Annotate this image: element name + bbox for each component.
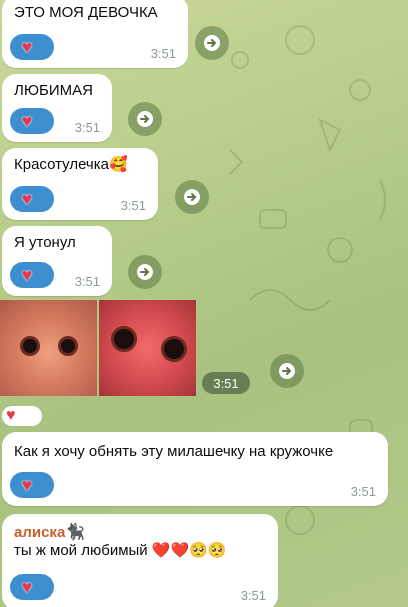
message-text: ЛЮБИМАЯ — [14, 82, 93, 99]
photo-album[interactable] — [0, 300, 196, 396]
cat-eye — [58, 336, 78, 356]
reaction-badge[interactable]: ♥ — [10, 574, 54, 600]
message-time: 3:51 — [150, 46, 176, 61]
message-text: Я утонул — [14, 234, 76, 251]
message-text: ты ж мой любимый ❤️❤️🥺🥺 — [14, 542, 227, 559]
message-time: 3:51 — [74, 120, 100, 135]
heart-sticker-icon: ♥ — [21, 264, 33, 285]
sender-line: алиска🐈‍⬛ — [14, 522, 266, 542]
emoji: 🥰 — [108, 156, 128, 173]
forward-button[interactable] — [195, 26, 229, 60]
reaction-badge[interactable]: ♥ — [2, 406, 42, 426]
cat-photo[interactable] — [0, 300, 97, 396]
message-text: Как я хочу обнять эту милашечку на кружо… — [14, 443, 334, 460]
message-bubble[interactable]: ЛЮБИМАЯ ♥ 3:51 — [2, 74, 112, 142]
heart-sticker-icon: ♥ — [21, 110, 33, 131]
heart-sticker-icon: ♥ — [21, 36, 33, 57]
forward-arrow-icon — [204, 35, 220, 51]
sender-name[interactable]: алиска — [14, 524, 65, 541]
forward-arrow-icon — [184, 189, 200, 205]
heart-sticker-icon: ♥ — [6, 407, 16, 424]
forward-button[interactable] — [128, 255, 162, 289]
reaction-badge[interactable]: ♥ — [10, 108, 54, 134]
message-time: 3:51 — [350, 484, 376, 499]
reaction-badge[interactable]: ♥ — [10, 34, 54, 60]
forward-button[interactable] — [128, 102, 162, 136]
cat-eye — [111, 326, 137, 352]
message-bubble[interactable]: Красотулечка🥰 ♥ 3:51 — [2, 148, 158, 220]
cat-eye — [20, 336, 40, 356]
forward-button[interactable] — [175, 180, 209, 214]
message-time: 3:51 — [74, 274, 100, 289]
cat-photo[interactable] — [99, 300, 196, 396]
message-bubble[interactable]: алиска🐈‍⬛ ты ж мой любимый ❤️❤️🥺🥺 ♥ 3:51 — [2, 514, 278, 607]
message-text: ЭТО МОЯ ДЕВОЧКА — [14, 4, 158, 21]
message-text: Красотулечка🥰 — [14, 156, 146, 174]
message-time: 3:51 — [240, 588, 266, 603]
message-text-body: Красотулечка — [14, 156, 109, 173]
message-time: 3:51 — [120, 198, 146, 213]
cat-eye — [161, 336, 187, 362]
heart-sticker-icon: ♥ — [21, 474, 33, 495]
forward-arrow-icon — [137, 264, 153, 280]
forward-arrow-icon — [279, 363, 295, 379]
heart-sticker-icon: ♥ — [21, 576, 33, 597]
reaction-badge[interactable]: ♥ — [10, 262, 54, 288]
forward-arrow-icon — [137, 111, 153, 127]
photo-time: 3:51 — [202, 372, 250, 394]
reaction-badge[interactable]: ♥ — [10, 472, 54, 498]
heart-sticker-icon: ♥ — [21, 188, 33, 209]
reaction-badge[interactable]: ♥ — [10, 186, 54, 212]
message-bubble[interactable]: Как я хочу обнять эту милашечку на кружо… — [2, 432, 388, 506]
forward-button[interactable] — [270, 354, 304, 388]
message-bubble[interactable]: Я утонул ♥ 3:51 — [2, 226, 112, 296]
message-bubble[interactable]: ЭТО МОЯ ДЕВОЧКА ♥ 3:51 — [2, 0, 188, 68]
sender-emoji: 🐈‍⬛ — [65, 524, 86, 541]
